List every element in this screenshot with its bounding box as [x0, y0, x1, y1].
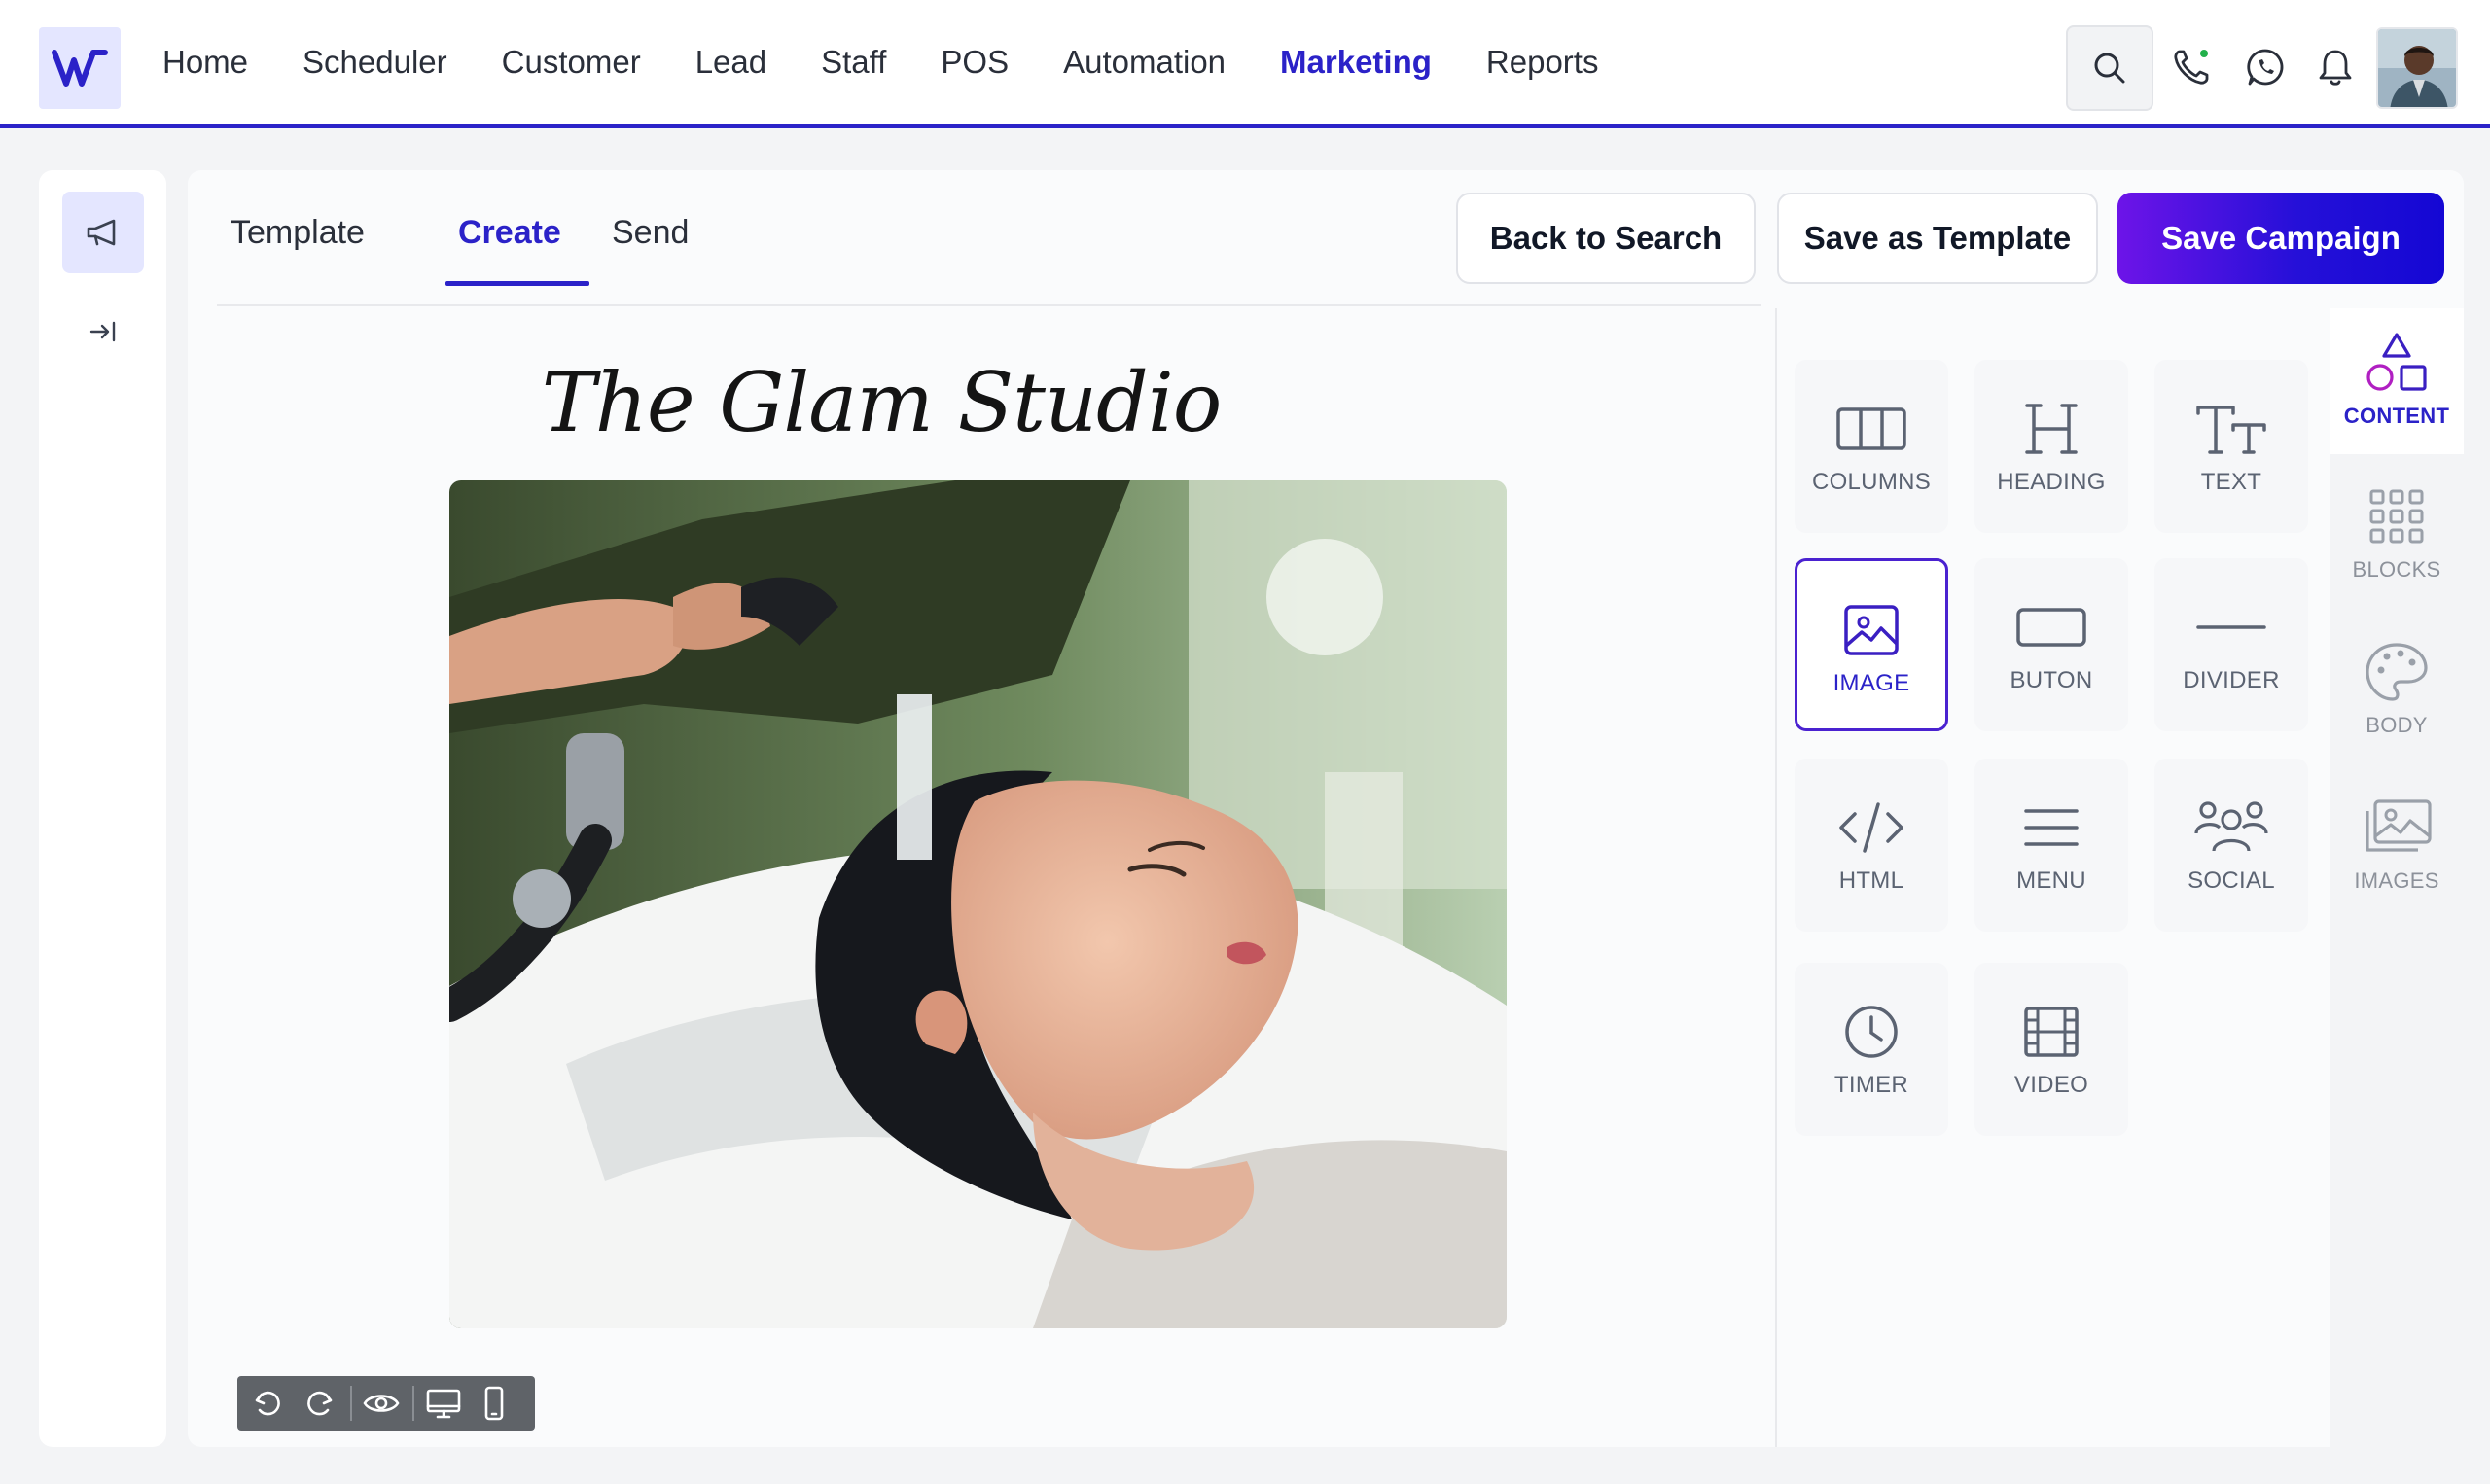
tab-send[interactable]: Send: [612, 214, 689, 252]
grid-icon: [2369, 489, 2424, 544]
side-tab-blocks[interactable]: BLOCKS: [2330, 462, 2464, 608]
side-tab-body[interactable]: BODY: [2330, 618, 2464, 763]
menu-icon: [2024, 809, 2079, 846]
code-icon: [1839, 802, 1903, 853]
panel-divider: [1775, 308, 1777, 1447]
redo-icon[interactable]: [300, 1384, 338, 1423]
megaphone-icon: [87, 219, 116, 246]
bell-icon: [2319, 50, 2352, 86]
button-icon: [2016, 608, 2086, 647]
side-tab-label: IMAGES: [2354, 868, 2439, 893]
canvas-toolbar: [237, 1376, 535, 1431]
tool-text[interactable]: TEXT: [2154, 360, 2308, 533]
preview-icon[interactable]: [362, 1384, 401, 1423]
toolbar-divider: [350, 1386, 352, 1421]
tool-label: VIDEO: [2013, 1072, 2089, 1098]
mobile-icon[interactable]: [475, 1384, 514, 1423]
images-icon: [2366, 799, 2432, 852]
tool-label: COLUMNS: [1811, 469, 1932, 495]
whatsapp-icon: [2247, 49, 2284, 86]
desktop-icon[interactable]: [424, 1384, 463, 1423]
avatar[interactable]: [2376, 27, 2458, 109]
main-nav: Home Scheduler Customer Lead Staff POS A…: [162, 0, 1653, 124]
tool-label: TIMER: [1833, 1072, 1909, 1098]
tool-label: DIVIDER: [2183, 667, 2280, 693]
social-icon: [2194, 801, 2268, 852]
tool-heading[interactable]: HEADING: [1974, 360, 2128, 533]
nav-item-home[interactable]: Home: [162, 44, 248, 81]
side-tab-label: CONTENT: [2343, 404, 2450, 428]
hero-image[interactable]: [449, 480, 1507, 1328]
back-to-search-button[interactable]: Back to Search: [1456, 193, 1756, 284]
save-as-template-button[interactable]: Save as Template: [1777, 193, 2098, 284]
tool-label: TEXT: [2200, 469, 2262, 495]
tool-label: BUTON: [2010, 667, 2093, 693]
search-icon: [2094, 53, 2125, 84]
active-tab-indicator: [445, 281, 589, 286]
tool-label: SOCIAL: [2188, 867, 2275, 894]
search-button[interactable]: [2066, 25, 2153, 111]
undo-icon[interactable]: [249, 1384, 288, 1423]
side-tab-label: BODY: [2366, 713, 2428, 737]
side-tab-images[interactable]: IMAGES: [2330, 773, 2464, 919]
tool-video[interactable]: VIDEO: [1974, 963, 2128, 1136]
save-campaign-button[interactable]: Save Campaign: [2117, 193, 2444, 284]
tool-button[interactable]: BUTON: [1974, 558, 2128, 731]
nav-item-pos[interactable]: POS: [941, 44, 1009, 81]
heading-icon: [2025, 404, 2078, 454]
w-logo-icon: [52, 50, 108, 87]
tool-label: HEADING: [1997, 469, 2106, 495]
divider-icon: [2196, 625, 2266, 629]
tool-timer[interactable]: TIMER: [1795, 963, 1948, 1136]
film-icon: [2024, 1007, 2079, 1057]
expand-arrow-icon: [89, 321, 116, 342]
nav-item-lead[interactable]: Lead: [695, 44, 766, 81]
tab-template[interactable]: Template: [231, 214, 365, 252]
tool-menu[interactable]: MENU: [1974, 759, 2128, 932]
editor-side-tabs: CONTENT BLOCKS BODY IMAGES: [2330, 308, 2464, 1447]
campaign-button[interactable]: [62, 192, 144, 273]
tool-label: IMAGE: [1832, 670, 1910, 696]
phone-icon: [2174, 50, 2209, 85]
user-avatar-image: [2378, 29, 2456, 107]
tool-html[interactable]: HTML: [1795, 759, 1948, 932]
tool-image[interactable]: IMAGE: [1795, 558, 1948, 731]
salon-photo: [449, 480, 1507, 1328]
email-canvas: The Glam Studio: [217, 308, 1775, 1447]
email-heading[interactable]: The Glam Studio: [217, 355, 1546, 450]
tool-columns[interactable]: COLUMNS: [1795, 360, 1948, 533]
whatsapp-button[interactable]: [2243, 45, 2288, 89]
image-icon: [1844, 605, 1899, 655]
tool-social[interactable]: SOCIAL: [2154, 759, 2308, 932]
nav-item-reports[interactable]: Reports: [1486, 44, 1599, 81]
nav-item-automation[interactable]: Automation: [1063, 44, 1226, 81]
side-tab-label: BLOCKS: [2352, 557, 2441, 582]
nav-item-customer[interactable]: Customer: [502, 44, 641, 81]
expand-sidebar-button[interactable]: [78, 306, 128, 357]
app-logo[interactable]: [39, 27, 121, 109]
tool-label: HTML: [1838, 867, 1904, 894]
notifications-button[interactable]: [2313, 45, 2358, 89]
top-navigation: Home Scheduler Customer Lead Staff POS A…: [0, 0, 2490, 128]
campaign-editor: Template Create Send Back to Search Save…: [188, 170, 2464, 1447]
text-icon: [2196, 406, 2266, 454]
nav-item-staff[interactable]: Staff: [821, 44, 886, 81]
left-rail: [39, 170, 166, 1447]
phone-button[interactable]: [2169, 45, 2214, 89]
side-tab-content[interactable]: CONTENT: [2330, 308, 2464, 454]
nav-item-scheduler[interactable]: Scheduler: [302, 44, 447, 81]
tab-create[interactable]: Create: [458, 214, 561, 252]
shapes-icon: [2366, 333, 2427, 391]
clock-icon: [1845, 1006, 1898, 1058]
nav-item-marketing[interactable]: Marketing: [1280, 44, 1432, 81]
toolbar-divider: [412, 1386, 414, 1421]
tool-label: MENU: [2016, 867, 2086, 894]
palette-icon: [2366, 643, 2428, 701]
columns-icon: [1836, 407, 1906, 450]
tool-divider[interactable]: DIVIDER: [2154, 558, 2308, 731]
